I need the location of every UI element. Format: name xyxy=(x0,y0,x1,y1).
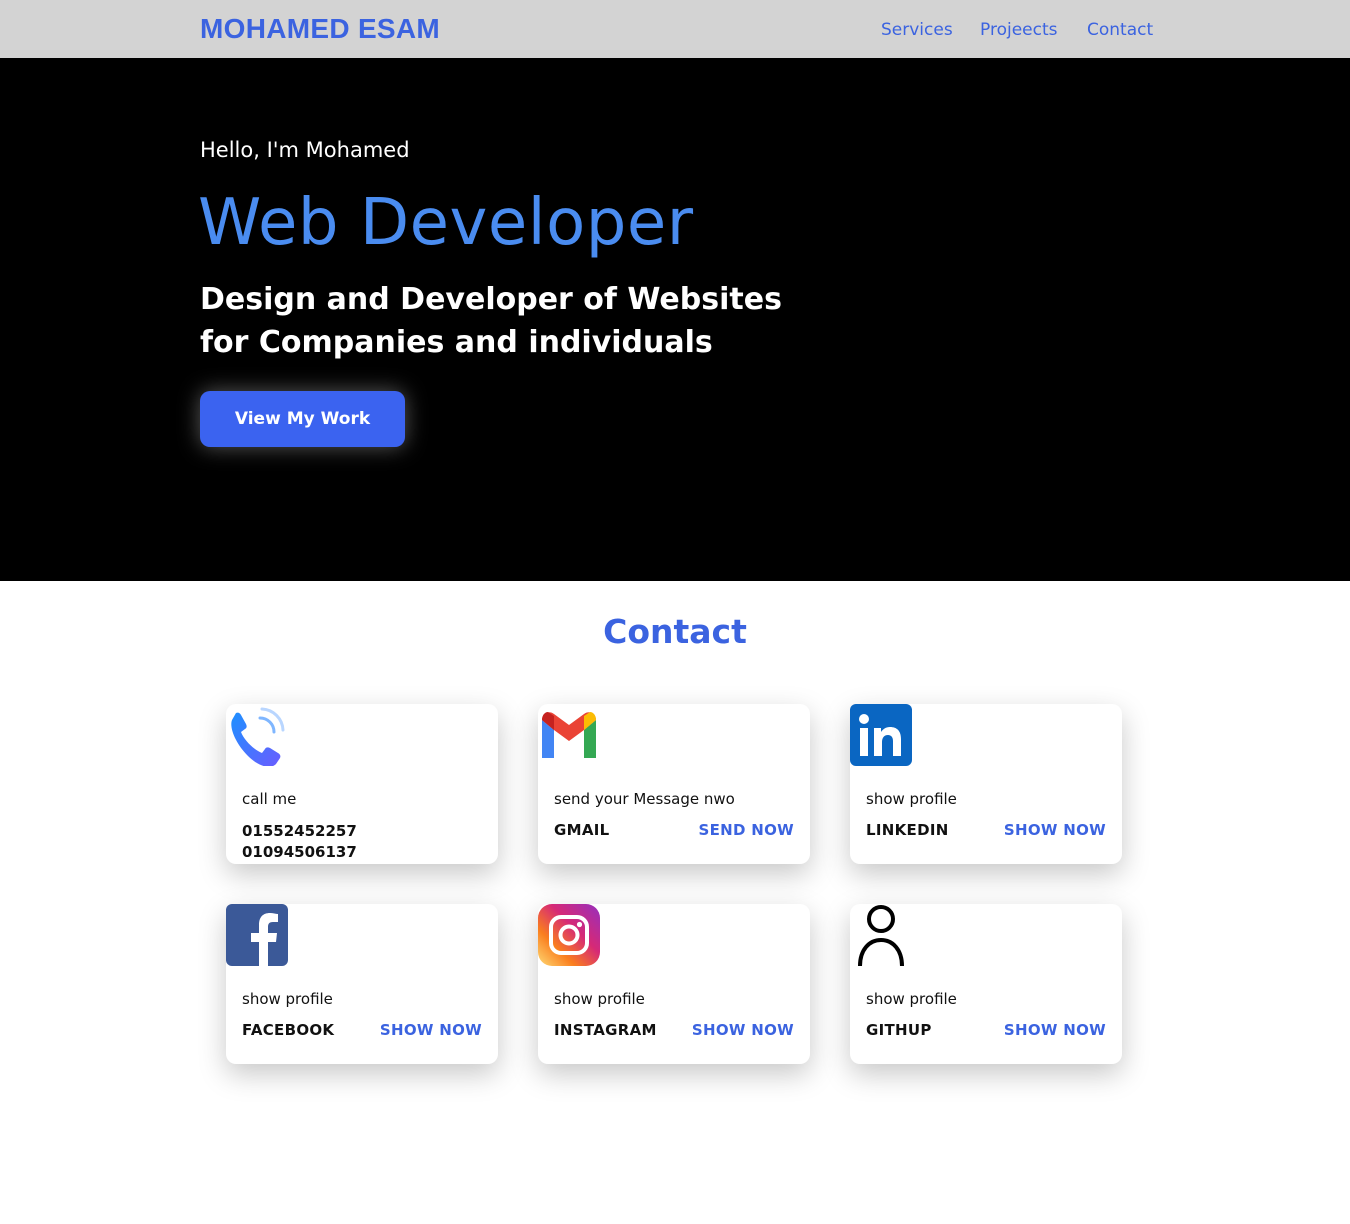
card-subtitle: show profile xyxy=(554,990,645,1008)
card-subtitle: show profile xyxy=(242,990,333,1008)
brand-logo[interactable]: MOHAMED ESAM xyxy=(200,13,440,45)
card-subtitle: show profile xyxy=(866,790,957,808)
hero-tagline: Design and Developer of Websites for Com… xyxy=(200,278,800,364)
contact-card-phone[interactable]: call me 01552452257 01094506137 xyxy=(226,704,498,864)
phone-numbers: 01552452257 01094506137 xyxy=(242,821,357,863)
nav-link-services[interactable]: Services xyxy=(881,20,953,40)
hero-tagline-line2: for Companies and individuals xyxy=(200,325,713,360)
card-name: LINKEDIN xyxy=(866,821,949,839)
hero-role: Web Developer xyxy=(198,186,694,260)
contact-card-facebook[interactable]: show profile FACEBOOK SHOW NOW xyxy=(226,904,498,1064)
card-name: INSTAGRAM xyxy=(554,1021,657,1039)
card-subtitle: send your Message nwo xyxy=(554,790,735,808)
contact-title: Contact xyxy=(603,612,747,651)
navbar: MOHAMED ESAM Services Projeects Contact xyxy=(0,0,1350,58)
show-now-link[interactable]: SHOW NOW xyxy=(380,1021,482,1039)
phone-icon xyxy=(231,707,285,766)
contact-card-github[interactable]: show profile GITHUP SHOW NOW xyxy=(850,904,1122,1064)
gmail-icon xyxy=(542,712,596,758)
show-now-link[interactable]: SHOW NOW xyxy=(692,1021,794,1039)
nav-link-contact[interactable]: Contact xyxy=(1087,20,1153,40)
hero-section: Hello, I'm Mohamed Web Developer Design … xyxy=(0,58,1350,581)
facebook-icon xyxy=(226,904,288,966)
contact-card-linkedin[interactable]: show profile LINKEDIN SHOW NOW xyxy=(850,704,1122,864)
user-icon xyxy=(858,905,904,966)
show-now-link[interactable]: SHOW NOW xyxy=(1004,821,1106,839)
hero-greeting: Hello, I'm Mohamed xyxy=(200,138,410,162)
instagram-icon xyxy=(538,904,600,966)
hero-tagline-line1: Design and Developer of Websites xyxy=(200,282,782,317)
card-name: GITHUP xyxy=(866,1021,932,1039)
card-name: GMAIL xyxy=(554,821,610,839)
card-name: FACEBOOK xyxy=(242,1021,335,1039)
card-subtitle: call me xyxy=(242,790,297,808)
contact-card-gmail[interactable]: send your Message nwo GMAIL SEND NOW xyxy=(538,704,810,864)
linkedin-icon xyxy=(850,704,912,766)
view-my-work-button[interactable]: View My Work xyxy=(200,391,405,447)
nav-link-projects[interactable]: Projeects xyxy=(980,20,1057,40)
phone-number-2[interactable]: 01094506137 xyxy=(242,842,357,863)
send-now-link[interactable]: SEND NOW xyxy=(698,821,794,839)
phone-number-1[interactable]: 01552452257 xyxy=(242,821,357,842)
contact-card-instagram[interactable]: show profile INSTAGRAM SHOW NOW xyxy=(538,904,810,1064)
show-now-link[interactable]: SHOW NOW xyxy=(1004,1021,1106,1039)
card-subtitle: show profile xyxy=(866,990,957,1008)
